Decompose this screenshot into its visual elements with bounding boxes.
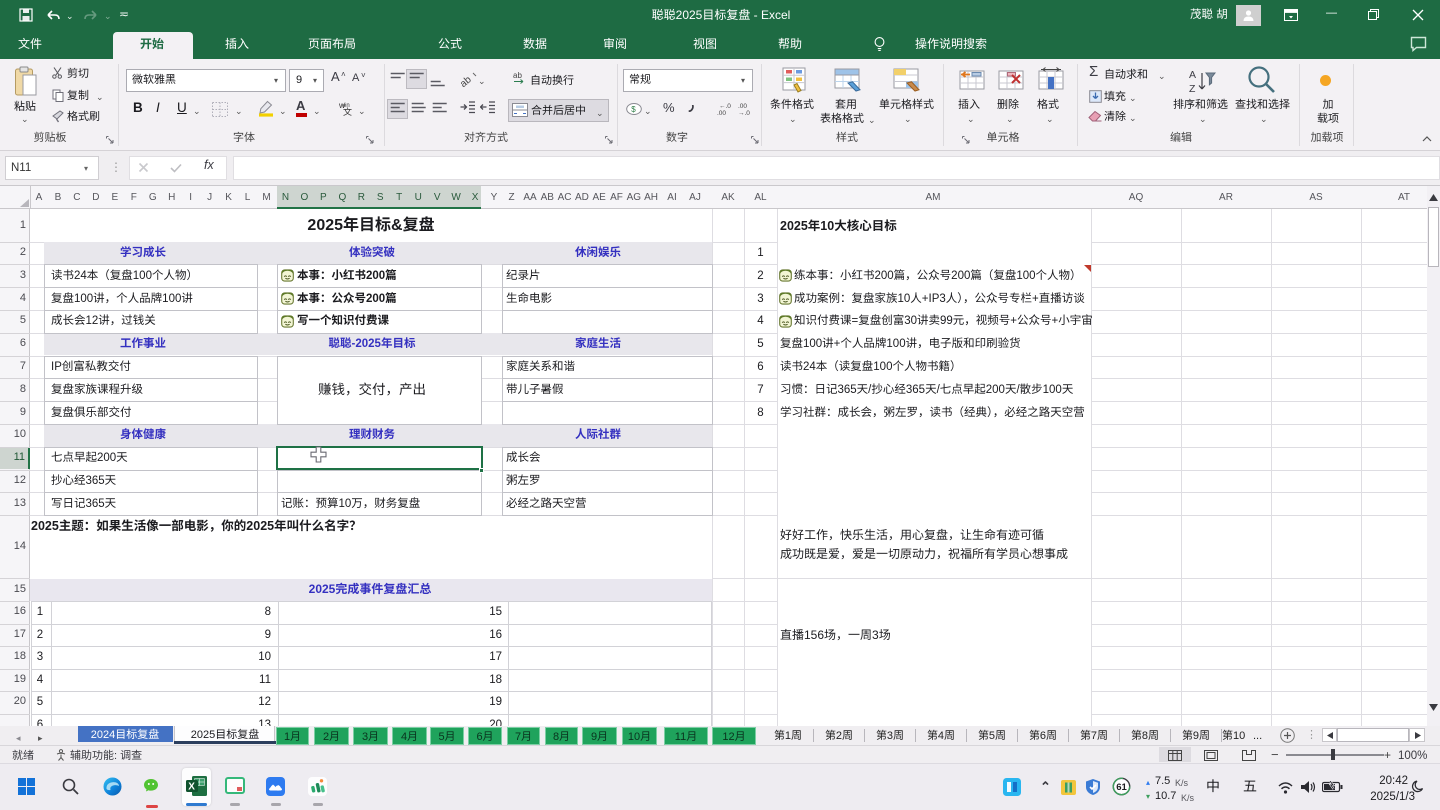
svg-text:→.0: →.0 [738,110,750,116]
svg-text:文: 文 [343,107,352,116]
svg-text:←.0: ←.0 [719,103,731,110]
svg-text:Z: Z [1189,83,1196,95]
svg-text:A: A [1189,69,1196,81]
svg-text:.00: .00 [717,110,726,116]
svg-text:61: 61 [1116,782,1127,793]
svg-text:$: $ [631,105,636,114]
svg-text:.00: .00 [738,103,747,110]
svg-text:ab: ab [460,74,474,87]
svg-text:X: X [188,782,195,793]
svg-text:ab: ab [513,71,522,80]
